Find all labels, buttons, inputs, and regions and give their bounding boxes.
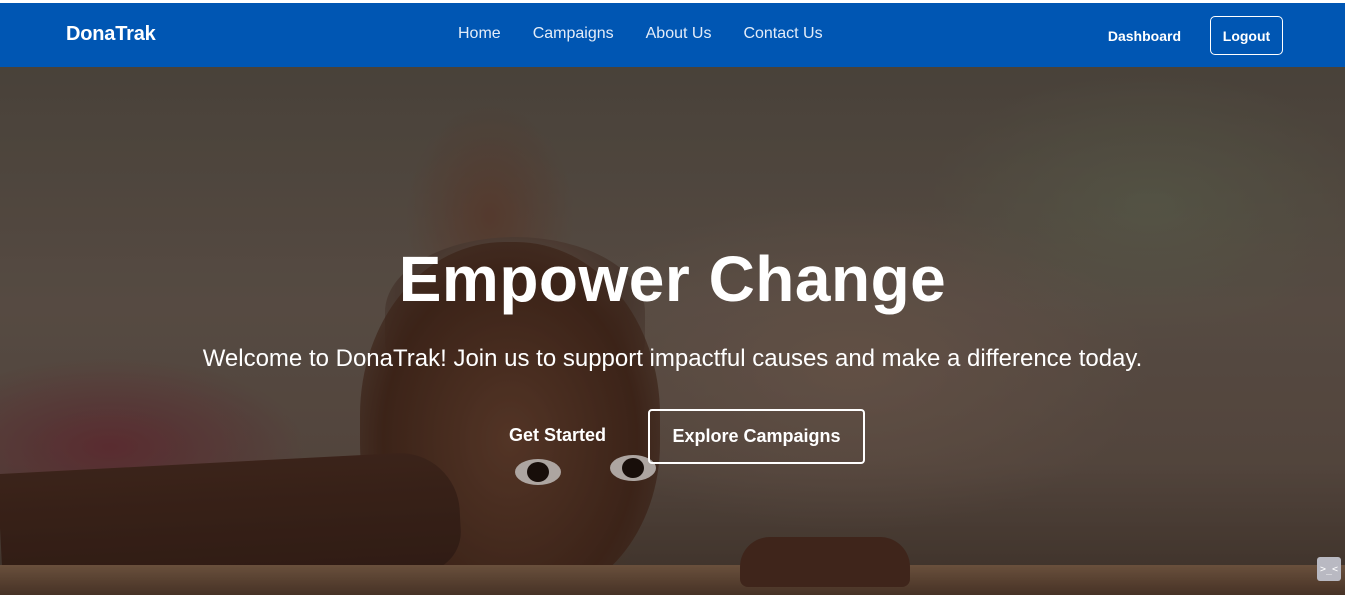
nav-right: Dashboard Logout	[1108, 16, 1283, 55]
hero-title: Empower Change	[398, 243, 947, 315]
nav-link-contact-us[interactable]: Contact Us	[743, 25, 822, 43]
nav-link-campaigns[interactable]: Campaigns	[533, 25, 614, 43]
hero-overlay	[0, 67, 1345, 595]
collapse-arrows-icon[interactable]: >_<	[1317, 557, 1341, 581]
explore-campaigns-button[interactable]: Explore Campaigns	[648, 409, 865, 464]
navbar: DonaTrak Home Campaigns About Us Contact…	[0, 3, 1345, 67]
nav-link-home[interactable]: Home	[458, 25, 501, 43]
nav-links: Home Campaigns About Us Contact Us	[458, 25, 823, 43]
dashboard-link[interactable]: Dashboard	[1108, 28, 1181, 44]
brand-logo[interactable]: DonaTrak	[66, 23, 156, 46]
hero-section: Empower Change Welcome to DonaTrak! Join…	[0, 67, 1345, 595]
get-started-button[interactable]: Get Started	[500, 423, 615, 447]
hero-subtitle: Welcome to DonaTrak! Join us to support …	[202, 345, 1143, 372]
nav-link-about-us[interactable]: About Us	[646, 25, 712, 43]
logout-button[interactable]: Logout	[1210, 16, 1283, 55]
